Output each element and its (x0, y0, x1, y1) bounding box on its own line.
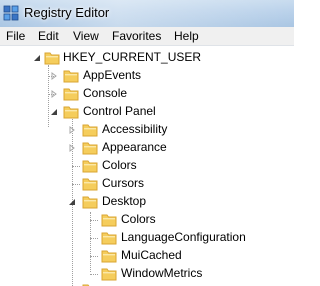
tree-node-cursors[interactable]: Cursors (0, 175, 294, 193)
tree-node-label: LanguageConfiguration (121, 230, 246, 244)
tree-node-label: WindowMetrics (121, 266, 203, 280)
tree-node-console[interactable]: Console (0, 85, 294, 103)
menu-bar: File Edit View Favorites Help (0, 27, 294, 46)
tree-node-accessibility[interactable]: Accessibility (0, 121, 294, 139)
expanded-triangle-icon[interactable] (68, 198, 76, 206)
folder-icon (82, 178, 98, 191)
tree-node-muicached[interactable]: MuiCached (0, 247, 294, 265)
tree-node-appearance[interactable]: Appearance (0, 139, 294, 157)
tree-node-appevents[interactable]: AppEvents (0, 67, 294, 85)
collapsed-triangle-icon[interactable] (68, 144, 76, 152)
tree-node-label: Desktop (102, 194, 147, 208)
tree-node-windowmetrics[interactable]: WindowMetrics (0, 265, 294, 283)
collapsed-triangle-icon[interactable] (50, 90, 58, 98)
tree-node-languageconfiguration[interactable]: LanguageConfiguration (0, 229, 294, 247)
title-bar[interactable]: Registry Editor (0, 0, 294, 27)
tree-node-label: Console (83, 86, 128, 100)
tree-node-desktop[interactable]: Desktop (0, 193, 294, 211)
folder-icon (101, 214, 117, 227)
tree-node-colors[interactable]: Colors (0, 157, 294, 175)
folder-icon (63, 70, 79, 83)
menu-favorites[interactable]: Favorites (112, 29, 161, 43)
folder-icon (82, 142, 98, 155)
tree-node-label: HKEY_CURRENT_USER (63, 50, 202, 64)
tree-node-label: Cursors (102, 176, 145, 190)
folder-icon (82, 124, 98, 137)
tree-node-label: Colors (121, 212, 156, 226)
menu-help[interactable]: Help (174, 29, 199, 43)
collapsed-triangle-icon[interactable] (50, 72, 58, 80)
menu-edit[interactable]: Edit (38, 29, 59, 43)
tree-node-label: Colors (102, 158, 137, 172)
folder-icon (82, 160, 98, 173)
folder-open-icon (63, 106, 79, 119)
folder-open-icon (82, 196, 98, 209)
folder-icon (101, 268, 117, 281)
tree-node-label: MuiCached (121, 248, 182, 262)
tree-node-hkey-current-user[interactable]: HKEY_CURRENT_USER (0, 49, 294, 67)
menu-view[interactable]: View (73, 29, 99, 43)
tree-node-label: Control Panel (83, 104, 156, 118)
tree-node-control-panel[interactable]: Control Panel (0, 103, 294, 121)
folder-icon (101, 250, 117, 263)
registry-editor-window: Registry Editor File Edit View Favorites… (0, 0, 294, 286)
expanded-triangle-icon[interactable] (50, 108, 58, 116)
folder-icon (63, 88, 79, 101)
registry-tree: HKEY_CURRENT_USER AppEvents Console Cont… (0, 47, 294, 286)
menu-file[interactable]: File (6, 29, 25, 43)
expanded-triangle-icon[interactable] (33, 54, 41, 62)
tree-node-desktop-colors[interactable]: Colors (0, 211, 294, 229)
collapsed-triangle-icon[interactable] (68, 126, 76, 134)
tree-node-label: Accessibility (102, 122, 168, 136)
window-title: Registry Editor (24, 5, 110, 20)
registry-editor-icon (3, 5, 19, 21)
tree-node-label: Appearance (102, 140, 167, 154)
folder-open-icon (44, 52, 60, 65)
tree-node-label: AppEvents (83, 68, 142, 82)
folder-icon (101, 232, 117, 245)
